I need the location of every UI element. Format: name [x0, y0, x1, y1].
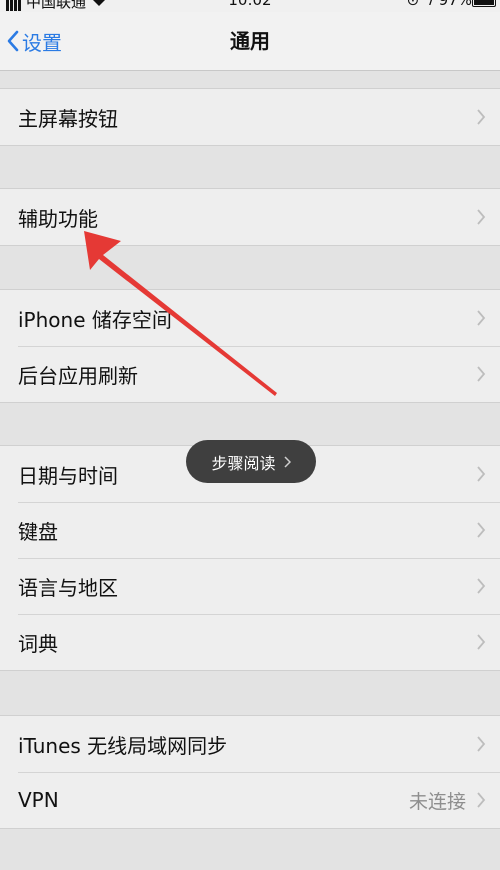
chevron-right-icon [477, 366, 486, 382]
chevron-right-icon [477, 792, 486, 808]
chevron-right-icon [477, 209, 486, 225]
row-itunes-wifi-sync[interactable]: iTunes 无线局域网同步 [0, 716, 500, 772]
status-bar-right: ⊙ ϟ 97% [407, 0, 472, 9]
step-reading-label: 步骤阅读 [211, 453, 276, 473]
chevron-right-icon [477, 634, 486, 650]
status-bar: 中国联通 10:02 ⊙ ϟ 97% [0, 0, 500, 12]
row-dictionary[interactable]: 词典 [0, 614, 500, 670]
settings-group-home-button: 主屏幕按钮 [0, 88, 500, 146]
settings-group-storage: iPhone 储存空间 后台应用刷新 [0, 289, 500, 403]
chevron-right-icon [477, 109, 486, 125]
settings-group-network: iTunes 无线局域网同步 VPN 未连接 [0, 715, 500, 829]
charging-icon: ϟ [423, 0, 434, 9]
row-label: 主屏幕按钮 [18, 106, 118, 131]
row-label: 后台应用刷新 [18, 363, 138, 388]
back-button-label: 设置 [22, 30, 62, 55]
chevron-right-icon [477, 736, 486, 752]
row-label: 词典 [18, 631, 58, 656]
row-label: iTunes 无线局域网同步 [18, 733, 228, 758]
back-button[interactable]: 设置 [6, 12, 62, 70]
battery-percent: 97% [438, 0, 472, 9]
row-label: VPN [18, 788, 59, 812]
chevron-right-icon [477, 310, 486, 326]
row-label: iPhone 储存空间 [18, 307, 172, 332]
battery-icon [472, 0, 496, 7]
row-label: 键盘 [18, 519, 58, 544]
row-background-app-refresh[interactable]: 后台应用刷新 [0, 346, 500, 402]
navigation-bar: 设置 通用 [0, 12, 500, 71]
chevron-right-icon [477, 522, 486, 538]
row-label: 语言与地区 [18, 575, 118, 600]
chevron-left-icon [7, 30, 19, 52]
row-label: 辅助功能 [18, 206, 98, 231]
step-reading-button[interactable]: 步骤阅读 [186, 440, 316, 483]
chevron-right-icon [477, 466, 486, 482]
orientation-lock-icon: ⊙ [406, 0, 420, 9]
vpn-status-value: 未连接 [408, 790, 466, 813]
chevron-right-icon [283, 455, 291, 468]
row-vpn[interactable]: VPN 未连接 [0, 772, 500, 828]
row-accessibility[interactable]: 辅助功能 [0, 189, 500, 245]
row-keyboard[interactable]: 键盘 [0, 502, 500, 558]
page-title: 通用 [230, 29, 270, 53]
row-language-region[interactable]: 语言与地区 [0, 558, 500, 614]
chevron-right-icon [477, 578, 486, 594]
row-iphone-storage[interactable]: iPhone 储存空间 [0, 290, 500, 346]
row-home-button[interactable]: 主屏幕按钮 [0, 89, 500, 145]
settings-group-accessibility: 辅助功能 [0, 188, 500, 246]
